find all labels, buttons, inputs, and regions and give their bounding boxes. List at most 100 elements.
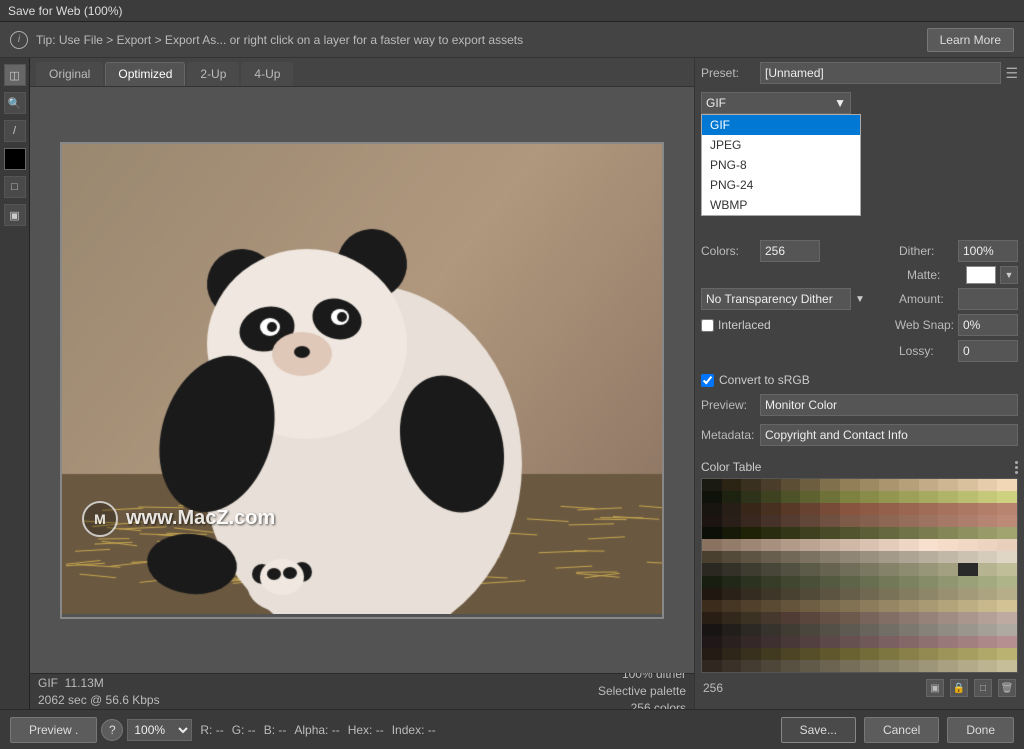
color-cell[interactable] [781,624,801,636]
color-cell[interactable] [938,660,958,672]
color-cell[interactable] [820,648,840,660]
color-cell[interactable] [997,636,1017,648]
color-cell[interactable] [702,479,722,491]
color-cell[interactable] [702,600,722,612]
color-cell[interactable] [781,527,801,539]
color-cell[interactable] [781,539,801,551]
color-cell[interactable] [938,588,958,600]
color-cell[interactable] [761,576,781,588]
color-cell[interactable] [978,588,998,600]
color-cell[interactable] [899,624,919,636]
color-cell[interactable] [899,660,919,672]
color-cell[interactable] [702,563,722,575]
color-cell[interactable] [722,648,742,660]
color-cell[interactable] [820,612,840,624]
color-cell[interactable] [761,636,781,648]
color-cell[interactable] [978,515,998,527]
color-cell[interactable] [761,491,781,503]
format-option-wbmp[interactable]: WBMP [702,195,860,215]
ct-map-btn[interactable]: ▣ [926,679,944,697]
metadata-select[interactable]: Copyright and Contact Info [760,424,1018,446]
color-cell[interactable] [938,648,958,660]
color-cell[interactable] [879,551,899,563]
color-cell[interactable] [860,563,880,575]
color-cell[interactable] [741,660,761,672]
color-cell[interactable] [741,636,761,648]
lossy-select[interactable]: 0 [958,340,1018,362]
color-cell[interactable] [997,527,1017,539]
ct-delete-btn[interactable]: 🗑 [998,679,1016,697]
color-cell[interactable] [978,660,998,672]
color-cell[interactable] [722,636,742,648]
color-cell[interactable] [800,648,820,660]
color-cell[interactable] [919,636,939,648]
color-cell[interactable] [899,479,919,491]
matte-dropdown-btn[interactable]: ▼ [1000,266,1018,284]
color-cell[interactable] [978,527,998,539]
color-cell[interactable] [722,588,742,600]
color-cell[interactable] [800,539,820,551]
websnap-select[interactable]: 0% [958,314,1018,336]
color-cell[interactable] [702,588,722,600]
color-cell[interactable] [938,539,958,551]
color-cell[interactable] [761,624,781,636]
color-cell[interactable] [722,491,742,503]
color-cell[interactable] [978,503,998,515]
format-option-gif[interactable]: GIF [702,115,860,135]
color-cell[interactable] [938,624,958,636]
color-cell[interactable] [958,491,978,503]
color-cell[interactable] [820,515,840,527]
color-cell[interactable] [860,636,880,648]
color-cell[interactable] [702,624,722,636]
color-cell[interactable] [722,563,742,575]
color-cell[interactable] [899,551,919,563]
color-cell[interactable] [702,636,722,648]
eyedropper-tool[interactable]: / [4,120,26,142]
color-cell[interactable] [702,539,722,551]
color-cell[interactable] [860,612,880,624]
color-cell[interactable] [781,576,801,588]
format-option-png24[interactable]: PNG-24 [702,175,860,195]
preview-button[interactable]: Preview . [10,717,97,743]
color-cell[interactable] [781,515,801,527]
amount-select[interactable] [958,288,1018,310]
color-cell[interactable] [958,527,978,539]
color-cell[interactable] [899,576,919,588]
color-cell[interactable] [879,515,899,527]
color-cell[interactable] [840,479,860,491]
color-cell[interactable] [938,551,958,563]
color-cell[interactable] [702,648,722,660]
color-cell[interactable] [840,551,860,563]
zoom-select[interactable]: 100% [127,719,192,741]
color-cell[interactable] [722,660,742,672]
color-cell[interactable] [997,539,1017,551]
color-cell[interactable] [879,491,899,503]
slice-tool[interactable]: □ [4,176,26,198]
color-cell[interactable] [919,527,939,539]
color-cell[interactable] [840,539,860,551]
color-cell[interactable] [741,551,761,563]
color-cell[interactable] [958,563,978,575]
color-cell[interactable] [978,624,998,636]
color-cell[interactable] [800,515,820,527]
format-dropdown-btn[interactable]: GIF ▼ [701,92,851,114]
format-option-jpeg[interactable]: JPEG [702,135,860,155]
color-cell[interactable] [800,551,820,563]
color-cell[interactable] [702,576,722,588]
dither-select[interactable]: 100% [958,240,1018,262]
color-cell[interactable] [800,612,820,624]
color-cell[interactable] [958,648,978,660]
color-cell[interactable] [761,479,781,491]
color-cell[interactable] [997,624,1017,636]
color-cell[interactable] [820,588,840,600]
color-cell[interactable] [840,600,860,612]
color-cell[interactable] [938,636,958,648]
color-cell[interactable] [879,588,899,600]
color-cell[interactable] [997,563,1017,575]
color-cell[interactable] [978,576,998,588]
color-cell[interactable] [840,527,860,539]
color-cell[interactable] [919,551,939,563]
tab-original[interactable]: Original [36,62,103,86]
color-cell[interactable] [800,576,820,588]
color-cell[interactable] [978,563,998,575]
